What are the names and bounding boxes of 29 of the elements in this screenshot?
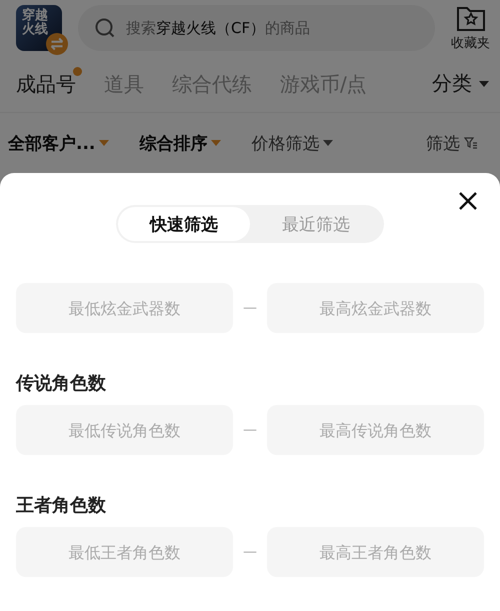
max-field[interactable]: 最高传说角色数 — [267, 405, 484, 455]
caret-icon — [323, 140, 334, 146]
min-field[interactable]: 最低炫金武器数 — [16, 283, 233, 333]
search-icon — [94, 17, 116, 39]
filter-button[interactable]: 综合排序 — [139, 132, 222, 154]
section-title: 传说角色数 — [16, 372, 107, 396]
caret-icon — [99, 140, 110, 146]
category-tab[interactable]: 成品号 — [16, 72, 76, 96]
filter-button[interactable]: 筛选 — [426, 132, 478, 154]
filter-button[interactable]: 价格筛选 — [251, 132, 334, 154]
section-title: 王者角色数 — [16, 494, 107, 518]
range-separator: — — [243, 422, 257, 438]
max-field[interactable]: 最高炫金武器数 — [267, 283, 484, 333]
caret-icon — [478, 80, 490, 88]
filter-button[interactable]: 全部客户... — [8, 132, 110, 154]
close-icon[interactable] — [458, 191, 478, 211]
mode-tab[interactable]: 最近筛选 — [250, 207, 382, 241]
mode-tab[interactable]: 快速筛选 — [118, 207, 250, 241]
search-field[interactable]: 搜索穿越火线（CF）的商品 — [78, 5, 435, 51]
star-folder-icon — [456, 4, 486, 32]
favorites-button[interactable]: 收藏夹 — [451, 4, 490, 52]
range-separator: — — [243, 544, 257, 560]
caret-icon — [211, 140, 222, 146]
range-separator: — — [243, 300, 257, 316]
swap-icon[interactable] — [46, 33, 68, 55]
min-field[interactable]: 最低王者角色数 — [16, 527, 233, 577]
max-field[interactable]: 最高王者角色数 — [267, 527, 484, 577]
min-field[interactable]: 最低传说角色数 — [16, 405, 233, 455]
funnel-icon — [464, 137, 478, 149]
